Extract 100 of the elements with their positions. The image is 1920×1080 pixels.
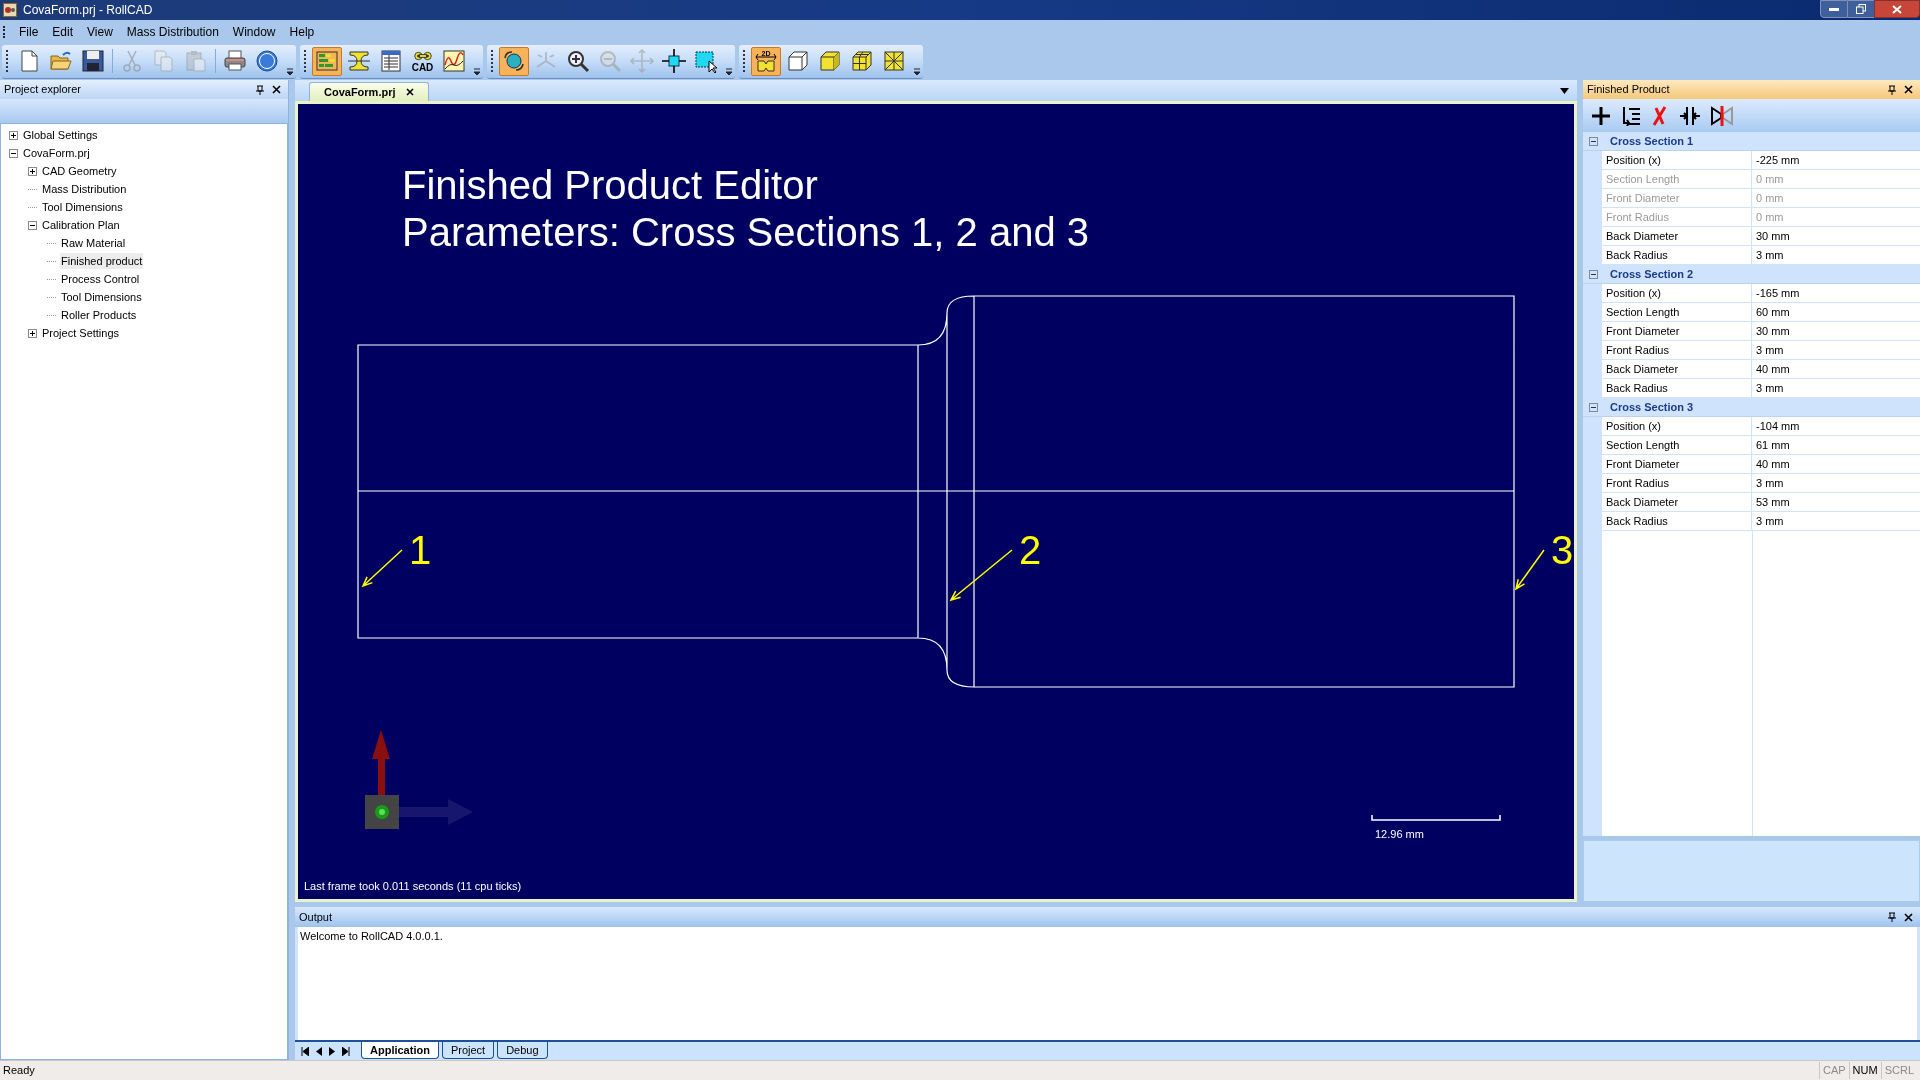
indent-list-icon[interactable] [1621,105,1641,126]
previous-icon[interactable] [316,1046,322,1056]
property-label: Section Length [1602,436,1752,454]
status-indicator: SCRL [1880,1062,1917,1079]
tree-item[interactable]: Calibration Plan [41,217,121,233]
toolbar-button[interactable] [659,46,689,76]
tree-item[interactable]: Project Settings [41,325,121,341]
property-label: Back Radius [1602,512,1752,530]
document-tab[interactable]: CovaForm.prj [309,82,429,101]
editor-heading: Finished Product Editor [402,163,818,207]
grid-chart-icon [315,49,339,73]
cube-icon [786,49,810,73]
property-value[interactable]: 3 mm [1752,246,1920,264]
property-value[interactable]: 3 mm [1752,379,1920,397]
toolbar-options-icon[interactable] [473,67,481,76]
first-page-icon[interactable] [301,1046,309,1056]
close-icon [1892,4,1902,14]
pin-icon[interactable] [256,84,264,95]
tree-item[interactable]: Raw Material [60,235,127,251]
menu-item[interactable]: View [80,22,120,41]
expand-icon[interactable] [28,328,37,338]
collapse-icon[interactable] [1589,136,1598,146]
menu-item[interactable]: Mass Distribution [119,22,226,41]
tree-item[interactable]: Roller Products [60,307,138,323]
property-label: Back Radius [1602,379,1752,397]
toolbar-options-icon[interactable] [725,67,733,76]
grid-cube-icon [850,49,874,73]
mirror-icon[interactable] [1711,104,1733,127]
restore-button[interactable] [1848,0,1874,18]
property-value[interactable]: -225 mm [1752,151,1920,169]
property-value[interactable]: 30 mm [1752,227,1920,245]
callout-number: 2 [1019,528,1042,572]
close-icon[interactable] [405,88,414,96]
menu-item[interactable]: Edit [45,22,81,41]
callout-arrow [361,549,403,588]
output-tab[interactable]: Application [361,1042,439,1059]
add-icon[interactable] [1591,105,1611,126]
pin-icon[interactable] [1888,912,1896,922]
rotate-icon [502,49,526,73]
close-button[interactable] [1874,0,1920,18]
property-value[interactable]: -104 mm [1752,417,1920,435]
panel-title: Output [299,909,333,925]
property-value[interactable]: 30 mm [1752,322,1920,340]
property-label: Front Radius [1602,341,1752,359]
menu-item[interactable]: Window [225,22,283,41]
collapse-icon[interactable] [1589,402,1598,412]
property-label: Front Radius [1602,474,1752,492]
toolbar-button[interactable] [499,46,529,76]
status-text: Ready [3,1063,35,1079]
tree-item[interactable]: Global Settings [22,127,99,143]
section-header[interactable]: Cross Section 1 [1610,132,1694,150]
tree-item[interactable]: CAD Geometry [41,163,118,179]
tree-item[interactable]: Finished product [60,253,144,269]
toolbar-button[interactable]: CAD [408,46,437,76]
section-header[interactable]: Cross Section 2 [1610,265,1694,283]
property-value[interactable]: 40 mm [1752,455,1920,473]
property-value[interactable]: 60 mm [1752,303,1920,321]
section-header[interactable]: Cross Section 3 [1610,398,1694,416]
split-icon[interactable] [1679,105,1701,126]
delete-icon[interactable] [1651,105,1669,126]
output-tab[interactable]: Debug [497,1042,548,1059]
output-tab[interactable]: Project [441,1042,495,1059]
property-value[interactable]: 3 mm [1752,341,1920,359]
collapse-icon[interactable] [9,148,18,158]
expand-icon[interactable] [28,166,37,176]
toolbar-options-icon[interactable] [286,67,294,76]
callout-number: 3 [1551,528,1574,572]
property-value[interactable]: 3 mm [1752,512,1920,530]
property-value[interactable]: 3 mm [1752,474,1920,492]
tree-item[interactable]: Process Control [60,271,141,287]
last-page-icon[interactable] [342,1046,350,1056]
tree-item[interactable]: CovaForm.prj [22,145,91,161]
minimize-button[interactable] [1820,0,1848,18]
property-value[interactable]: -165 mm [1752,284,1920,302]
zoom-window-icon [694,49,718,73]
callout-arrow [1514,549,1545,591]
tree-item[interactable]: Tool Dimensions [60,289,143,305]
expand-icon[interactable] [9,130,18,140]
collapse-icon[interactable] [28,220,37,230]
panel-title: Project explorer [4,82,82,98]
menu-item[interactable]: File [12,22,46,41]
folder-icon [49,49,73,73]
property-label: Front Diameter [1602,322,1752,340]
close-icon[interactable] [1904,912,1913,922]
menu-item[interactable]: Help [282,22,322,41]
property-value[interactable]: 40 mm [1752,360,1920,378]
property-label: Position (x) [1602,417,1752,435]
property-value[interactable]: 61 mm [1752,436,1920,454]
collapse-icon[interactable] [1589,269,1598,279]
close-icon[interactable] [1904,85,1913,94]
pin-icon[interactable] [1888,84,1896,95]
tree-item[interactable]: Mass Distribution [41,181,128,197]
dropdown-arrow-icon[interactable] [1560,87,1569,94]
next-icon[interactable] [329,1046,335,1056]
close-icon[interactable] [272,85,281,94]
frame-time-text: Last frame took 0.011 seconds (11 cpu ticks) [304,880,522,892]
toolbar-options-icon[interactable] [913,67,921,76]
tree-item[interactable]: Tool Dimensions [41,199,124,215]
printer-icon [223,49,247,73]
property-value[interactable]: 53 mm [1752,493,1920,511]
